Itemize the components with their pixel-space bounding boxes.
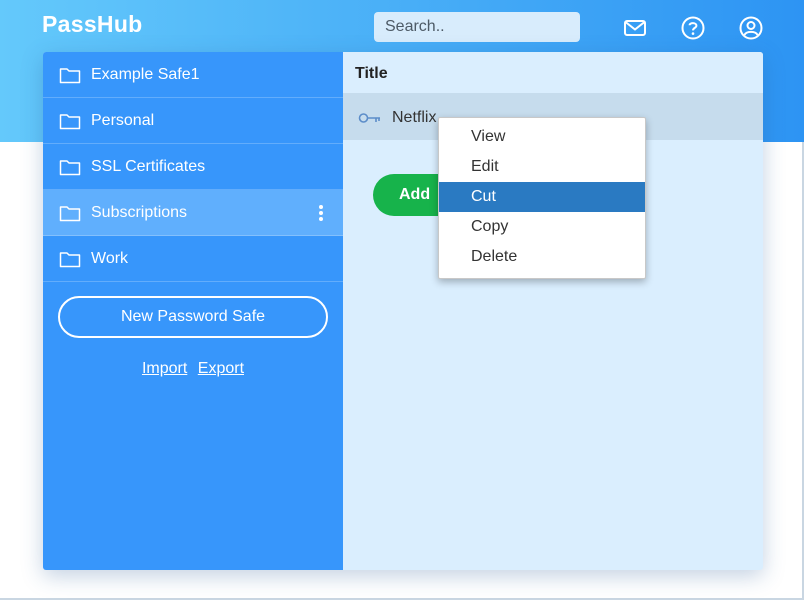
- search-input[interactable]: [374, 12, 580, 42]
- import-link[interactable]: Import: [142, 360, 187, 377]
- menu-item-cut[interactable]: Cut: [439, 182, 645, 212]
- safe-item-personal[interactable]: Personal: [43, 98, 343, 144]
- more-vertical-icon[interactable]: [313, 203, 329, 223]
- safe-label: Personal: [91, 111, 155, 129]
- folder-icon: [59, 159, 81, 175]
- column-header-title[interactable]: Title: [343, 52, 763, 96]
- main-card: Example Safe1 Personal SSL Certificates …: [43, 52, 763, 570]
- safe-label: SSL Certificates: [91, 157, 206, 175]
- mail-icon[interactable]: [622, 15, 648, 41]
- folder-icon: [59, 113, 81, 129]
- safe-label: Subscriptions: [91, 203, 188, 221]
- safe-item-subscriptions[interactable]: Subscriptions: [43, 190, 343, 236]
- user-icon[interactable]: [738, 15, 764, 41]
- folder-icon: [59, 251, 81, 267]
- folder-icon: [59, 205, 81, 221]
- safe-item-work[interactable]: Work: [43, 236, 343, 282]
- key-icon: [358, 113, 380, 123]
- app-logo[interactable]: PassHub: [42, 11, 143, 38]
- menu-item-delete[interactable]: Delete: [439, 242, 645, 272]
- menu-item-view[interactable]: View: [439, 122, 645, 152]
- item-label: Netflix: [392, 109, 437, 126]
- safe-item-example-safe1[interactable]: Example Safe1: [43, 52, 343, 98]
- safe-item-ssl-certificates[interactable]: SSL Certificates: [43, 144, 343, 190]
- export-link[interactable]: Export: [198, 360, 244, 377]
- help-icon[interactable]: [680, 15, 706, 41]
- safes-sidebar: Example Safe1 Personal SSL Certificates …: [43, 52, 343, 570]
- import-export-links: Import Export: [43, 360, 343, 378]
- safe-label: Work: [91, 249, 129, 267]
- new-password-safe-button[interactable]: New Password Safe: [58, 296, 328, 338]
- menu-item-edit[interactable]: Edit: [439, 152, 645, 182]
- menu-item-copy[interactable]: Copy: [439, 212, 645, 242]
- folder-icon: [59, 67, 81, 83]
- safe-label: Example Safe1: [91, 65, 200, 83]
- context-menu: View Edit Cut Copy Delete: [438, 117, 646, 279]
